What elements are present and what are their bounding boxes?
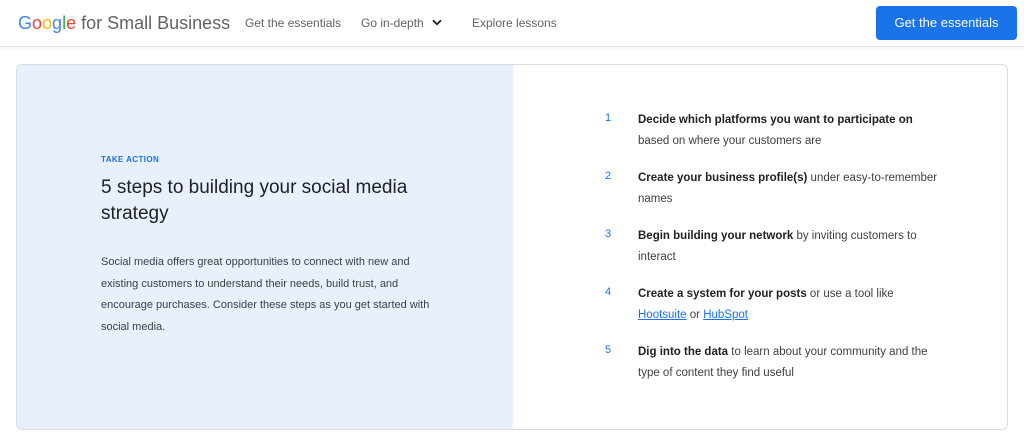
top-navigation-bar: Google for Small Business Get the essenti… [0, 0, 1024, 47]
step-text: Dig into the data to learn about your co… [638, 342, 938, 384]
intro-paragraph: Social media offers great opportunities … [101, 256, 430, 333]
step-heading: Decide which platforms you want to parti… [638, 114, 913, 126]
step-number: 2 [605, 170, 612, 182]
logo-letter: o [42, 13, 53, 33]
step-connector: or [686, 309, 704, 321]
step-description: based on where your customers are [638, 135, 822, 147]
list-item: 3 Begin building your network by invitin… [605, 226, 985, 284]
step-text: Create a system for your posts or use a … [638, 284, 938, 326]
logo-letter: e [66, 13, 77, 33]
nav-explore-lessons[interactable]: Explore lessons [472, 16, 557, 30]
social-media-steps-card: TAKE ACTION 5 steps to building your soc… [16, 64, 1008, 430]
chevron-down-icon [432, 19, 442, 26]
step-heading: Dig into the data [638, 346, 729, 358]
nav-get-the-essentials[interactable]: Get the essentials [245, 16, 341, 30]
eyebrow-label: TAKE ACTION [101, 155, 160, 164]
step-number: 4 [605, 286, 612, 298]
step-heading: Begin building your network [638, 230, 794, 242]
step-text: Begin building your network by inviting … [638, 226, 938, 268]
google-wordmark: Google [18, 13, 76, 33]
step-number: 5 [605, 344, 612, 356]
hubspot-link[interactable]: HubSpot [703, 309, 748, 321]
google-for-small-business-logo[interactable]: Google for Small Business [18, 12, 230, 34]
steps-list: 1 Decide which platforms you want to par… [605, 110, 985, 400]
list-item: 4 Create a system for your posts or use … [605, 284, 985, 342]
logo-letter: G [18, 13, 33, 33]
intro-panel: TAKE ACTION 5 steps to building your soc… [17, 65, 513, 429]
list-item: 1 Decide which platforms you want to par… [605, 110, 985, 168]
hootsuite-link[interactable]: Hootsuite [638, 309, 687, 321]
step-text: Create your business profile(s) under ea… [638, 168, 938, 210]
nav-go-in-depth[interactable]: Go in-depth [361, 16, 442, 30]
step-number: 3 [605, 228, 612, 240]
step-text: Decide which platforms you want to parti… [638, 110, 938, 152]
step-number: 1 [605, 112, 612, 124]
section-title: 5 steps to building your social media st… [101, 177, 408, 224]
nav-go-in-depth-label: Go in-depth [361, 16, 424, 30]
step-description: or use a tool like [806, 288, 894, 300]
list-item: 2 Create your business profile(s) under … [605, 168, 985, 226]
get-the-essentials-button[interactable]: Get the essentials [876, 6, 1017, 40]
step-heading: Create your business profile(s) [638, 172, 808, 184]
step-heading: Create a system for your posts [638, 288, 807, 300]
logo-letter: g [52, 13, 63, 33]
logo-letter: o [32, 13, 43, 33]
brand-suffix: for Small Business [81, 13, 231, 33]
list-item: 5 Dig into the data to learn about your … [605, 342, 985, 400]
